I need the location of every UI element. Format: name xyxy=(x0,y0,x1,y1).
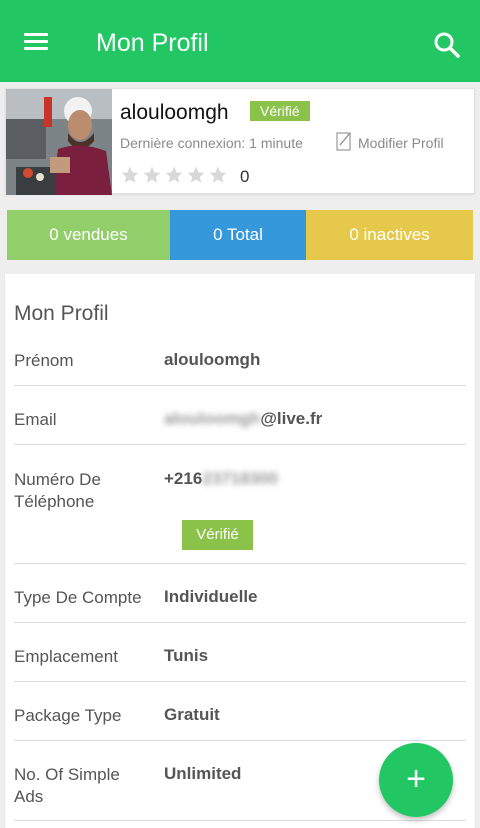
edit-profile-label: Modifier Profil xyxy=(358,135,444,151)
star-icon xyxy=(165,166,183,183)
detail-value: alouloomgh xyxy=(164,350,261,369)
section-title: Mon Profil xyxy=(14,302,109,325)
username: alouloomgh xyxy=(120,101,229,124)
sold-ads-stat[interactable]: 0 vendues xyxy=(7,210,170,260)
phone-blurred: 23718300 xyxy=(202,469,278,488)
detail-label: Email xyxy=(14,410,57,429)
hamburger-menu-icon[interactable] xyxy=(22,30,52,52)
total-ads-stat[interactable]: 0 Total xyxy=(170,210,306,260)
detail-row-account-type: Type De Compte Individuelle xyxy=(14,564,466,623)
star-icon xyxy=(143,166,161,183)
detail-row-package-type: Package Type Gratuit xyxy=(14,682,466,741)
detail-row-location: Emplacement Tunis xyxy=(14,623,466,682)
detail-label: Type De Compte xyxy=(14,588,142,607)
detail-label: Package Type xyxy=(14,706,122,725)
edit-icon xyxy=(336,131,352,156)
star-icon xyxy=(209,166,227,183)
phone-prefix: +216 xyxy=(164,469,203,488)
detail-label: Prénom xyxy=(14,351,74,370)
email-domain: @live.fr xyxy=(260,409,323,428)
ads-stats-bar: 0 vendues 0 Total 0 inactives xyxy=(7,210,473,260)
detail-value: Unlimited xyxy=(164,764,242,783)
edit-profile-link[interactable]: Modifier Profil xyxy=(336,131,444,156)
rating-count: 0 xyxy=(240,167,250,186)
phone-verified-badge: Vérifié xyxy=(182,520,253,550)
search-icon[interactable] xyxy=(432,30,462,60)
avatar[interactable] xyxy=(6,89,112,195)
detail-label: No. Of Simple Ads xyxy=(14,765,120,806)
last-login-text: Dernière connexion: 1 minute xyxy=(120,135,303,151)
add-icon: + xyxy=(406,760,426,798)
rating-stars xyxy=(120,165,230,185)
detail-value: Tunis xyxy=(164,646,209,665)
page-title: Mon Profil xyxy=(96,29,209,57)
detail-row-first-name: Prénom alouloomgh xyxy=(14,336,466,386)
detail-label: Emplacement xyxy=(14,647,118,666)
profile-card: alouloomgh Vérifié Dernière connexion: 1… xyxy=(5,88,475,195)
detail-value: Individuelle xyxy=(164,587,258,606)
detail-value: +21623718300 xyxy=(164,469,278,489)
star-icon xyxy=(187,166,205,183)
detail-value: Gratuit xyxy=(164,705,220,724)
star-icon xyxy=(121,166,139,183)
detail-label: Numéro De Téléphone xyxy=(14,470,101,511)
detail-row-email: Email alouloomgh@live.fr xyxy=(14,386,466,445)
detail-value: alouloomgh@live.fr xyxy=(164,409,322,429)
app-bar: Mon Profil xyxy=(0,0,480,82)
email-blurred: alouloomgh xyxy=(164,409,261,428)
add-ad-button[interactable]: + xyxy=(379,743,453,817)
verified-badge: Vérifié xyxy=(250,101,310,121)
inactive-ads-stat[interactable]: 0 inactives xyxy=(306,210,473,260)
